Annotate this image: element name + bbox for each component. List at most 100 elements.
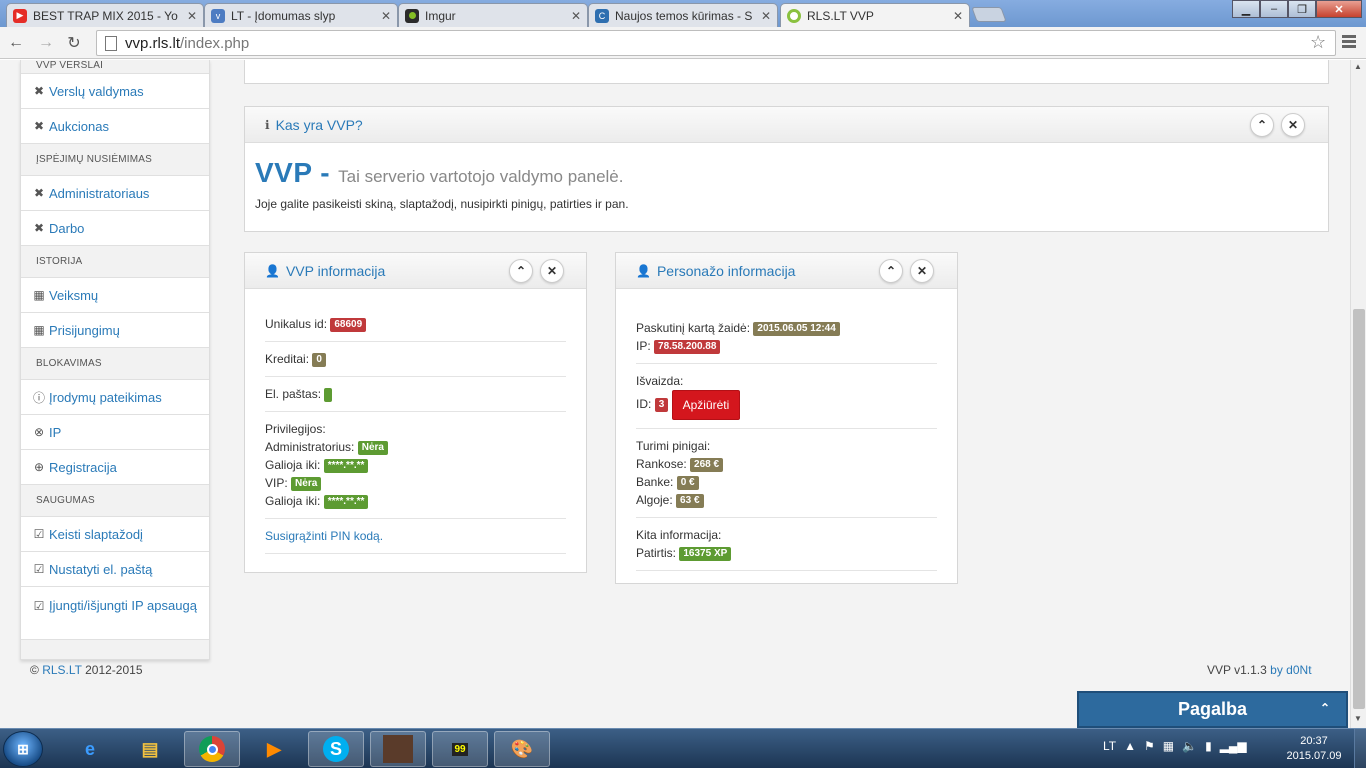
- tab-forum[interactable]: v LT - Įdomumas slyp ✕: [204, 3, 398, 27]
- close-window-icon[interactable]: ✕: [1316, 0, 1362, 18]
- sidebar-item-label: Veiksmų: [49, 287, 99, 303]
- power-icon[interactable]: ▮: [1205, 739, 1212, 753]
- address-toolbar: ← → ↻ vvp.rls.lt/index.php ☆: [0, 27, 1366, 59]
- field-label: VIP:: [265, 476, 288, 490]
- sidebar-item-registration-block[interactable]: ⊕ Registracija: [21, 450, 209, 485]
- bookmark-star-icon[interactable]: ☆: [1310, 32, 1326, 53]
- network-icon[interactable]: ▦: [1163, 739, 1174, 753]
- edit-check-icon: ☑: [33, 599, 45, 613]
- url-host: vvp.rls.lt: [125, 34, 181, 52]
- tray-arrow-icon[interactable]: ▲: [1124, 739, 1136, 753]
- computer-icon[interactable]: 99: [432, 731, 488, 767]
- user-icon[interactable]: ▁: [1232, 0, 1260, 18]
- tab-close-icon[interactable]: ✕: [953, 9, 963, 23]
- signal-icon[interactable]: ▂▄▆: [1220, 739, 1247, 753]
- flag-icon[interactable]: ⚑: [1144, 739, 1155, 753]
- media-player-icon[interactable]: ▶: [246, 731, 302, 767]
- chrome-menu-icon[interactable]: [1342, 35, 1356, 50]
- maximize-icon[interactable]: ❐: [1288, 0, 1316, 18]
- sidebar-item-ip-protection[interactable]: ☑ Įjungti/išjungti IP apsaugą: [21, 587, 209, 640]
- tab-imgur[interactable]: Imgur ✕: [398, 3, 588, 27]
- footer-copyright: © RLS.LT 2012-2015: [30, 663, 143, 677]
- file-explorer-icon[interactable]: ▤: [122, 731, 178, 767]
- sidebar-item-ip-block[interactable]: ⊗ IP: [21, 415, 209, 450]
- close-icon[interactable]: ✕: [540, 259, 564, 283]
- panel-title: Personažo informacija: [656, 262, 796, 279]
- field-label: Galioja iki:: [265, 494, 321, 508]
- scroll-up-icon[interactable]: ▲: [1354, 62, 1362, 71]
- tab-title: LT - Įdomumas slyp: [231, 8, 336, 23]
- close-icon[interactable]: ✕: [910, 259, 934, 283]
- minimize-icon[interactable]: –: [1260, 0, 1288, 18]
- paint-icon[interactable]: 🎨: [494, 731, 550, 767]
- sidebar-item-actions-history[interactable]: ▦ Veiksmų: [21, 278, 209, 313]
- copyright-symbol: ©: [30, 663, 39, 677]
- page-scrollbar[interactable]: ▲ ▼: [1350, 60, 1366, 728]
- footer-brand-link[interactable]: RLS.LT: [42, 663, 82, 677]
- collapse-chevron-up-icon[interactable]: ⌃: [509, 259, 533, 283]
- scroll-down-icon[interactable]: ▼: [1354, 714, 1362, 723]
- tab-close-icon[interactable]: ✕: [381, 9, 391, 23]
- show-desktop-button[interactable]: [1354, 729, 1366, 768]
- user-icon: 👤: [265, 263, 280, 278]
- sidebar-item-admin-warnings[interactable]: ✖ Administratoriaus: [21, 176, 209, 211]
- back-icon[interactable]: ←: [6, 33, 26, 53]
- author-link[interactable]: by d0Nt: [1270, 663, 1311, 677]
- help-button[interactable]: Pagalba ⌃: [1077, 691, 1348, 728]
- unique-id-badge: 68609: [330, 317, 367, 332]
- scrollbar-thumb[interactable]: [1353, 309, 1365, 709]
- close-icon[interactable]: ✕: [1281, 113, 1305, 137]
- vbulletin-icon: v: [211, 8, 225, 23]
- sidebar-item-evidence[interactable]: ⓘ Įrodymų pateikimas: [21, 380, 209, 415]
- sidebar-item-work-warnings[interactable]: ✖ Darbo: [21, 211, 209, 246]
- start-button[interactable]: ⊞: [3, 731, 43, 767]
- privileges-row: Privilegijos: Administratorius: Nėra Gal…: [265, 412, 566, 519]
- forum-icon: C: [595, 8, 609, 23]
- tab-close-icon[interactable]: ✕: [571, 9, 581, 23]
- about-vvp-panel: ℹ Kas yra VVP? ⌃ ✕ VVP - Tai serverio va…: [244, 106, 1329, 232]
- collapse-chevron-up-icon[interactable]: ⌃: [1250, 113, 1274, 137]
- sidebar-item-login-history[interactable]: ▦ Prisijungimų: [21, 313, 209, 348]
- bank-badge: 0 €: [676, 475, 699, 490]
- url-input[interactable]: vvp.rls.lt/index.php: [96, 30, 1336, 56]
- sidebar: VVP VERSLAI ✖ Verslų valdymas ✖ Aukcionas …: [20, 60, 210, 660]
- forward-icon[interactable]: →: [36, 33, 56, 53]
- browser-tab-strip: ▶ BEST TRAP MIX 2015 - Yo ✕ v LT - Įdomu…: [0, 0, 1366, 28]
- tab-new-topic[interactable]: C Naujos temos kūrimas - S ✕: [588, 3, 778, 27]
- field-label: Galioja iki:: [265, 458, 321, 472]
- clock-time: 20:37: [1300, 735, 1328, 747]
- email-row: El. paštas:: [265, 377, 566, 412]
- taskbar-clock[interactable]: 20:37 2015.07.09: [1282, 734, 1346, 764]
- tab-close-icon[interactable]: ✕: [761, 9, 771, 23]
- skype-icon[interactable]: S: [308, 731, 364, 767]
- language-indicator[interactable]: LT: [1103, 739, 1116, 753]
- game-icon[interactable]: [370, 731, 426, 767]
- appearance-row: Išvaizda: ID: 3 Apžiūrėti: [636, 364, 937, 429]
- sidebar-item-label: Įrodymų pateikimas: [49, 389, 162, 405]
- sidebar-section-header: ĮSPĖJIMŲ NUSIĖMIMAS: [21, 144, 209, 176]
- tab-close-icon[interactable]: ✕: [187, 9, 197, 23]
- recover-pin-link[interactable]: Susigrąžinti PIN kodą.: [265, 529, 383, 543]
- view-skin-button[interactable]: Apžiūrėti: [671, 390, 741, 420]
- tab-rls-vvp[interactable]: RLS.LT VVP ✕: [780, 3, 970, 28]
- collapse-chevron-up-icon[interactable]: ⌃: [879, 259, 903, 283]
- volume-icon[interactable]: 🔈: [1182, 739, 1197, 753]
- new-tab-button[interactable]: [971, 7, 1007, 22]
- sidebar-item-auction[interactable]: ✖ Aukcionas: [21, 109, 209, 144]
- user-icon: 👤: [636, 263, 651, 278]
- unique-id-row: Unikalus id: 68609: [265, 307, 566, 342]
- sidebar-item-label: Verslų valdymas: [49, 83, 144, 99]
- last-played-row: Paskutinį kartą žaidė: 2015.06.05 12:44 …: [636, 311, 937, 364]
- previous-panel-bottom: [244, 60, 1329, 84]
- credits-badge: 0: [312, 352, 326, 367]
- sidebar-item-business[interactable]: ✖ Verslų valdymas: [21, 74, 209, 109]
- about-description: Joje galite pasikeisti skiną, slaptažodį…: [255, 197, 629, 211]
- chrome-icon[interactable]: [184, 731, 240, 767]
- sidebar-item-set-email[interactable]: ☑ Nustatyti el. paštą: [21, 552, 209, 587]
- reload-icon[interactable]: ↻: [64, 33, 84, 53]
- field-label: Paskutinį kartą žaidė:: [636, 321, 751, 335]
- tab-youtube[interactable]: ▶ BEST TRAP MIX 2015 - Yo ✕: [6, 3, 204, 27]
- skin-id-badge: 3: [654, 398, 669, 412]
- sidebar-item-change-password[interactable]: ☑ Keisti slaptažodį: [21, 517, 209, 552]
- internet-explorer-icon[interactable]: e: [62, 731, 118, 767]
